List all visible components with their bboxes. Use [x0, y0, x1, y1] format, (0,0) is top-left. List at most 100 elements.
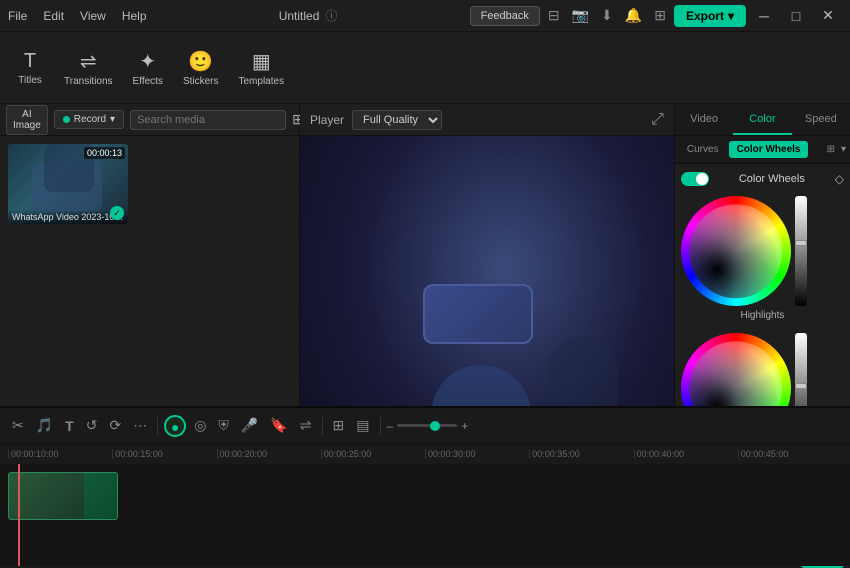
timeline-clip[interactable]	[8, 472, 118, 520]
playhead	[18, 464, 20, 566]
tl-bookmark-icon[interactable]: 🔖	[266, 415, 291, 436]
tl-snapshot-icon[interactable]: ◎	[190, 415, 210, 436]
titles-label: Titles	[18, 75, 42, 86]
ruler-mark-0: 00:00:10:00	[8, 449, 112, 459]
toolbar-titles[interactable]: T Titles	[8, 44, 52, 92]
effects-icon: ✦	[139, 49, 156, 74]
media-thumbnail[interactable]: 00:00:13 WhatsApp Video 2023-10-05... ✓	[8, 144, 128, 224]
app-title-area: Untitled ⓘ	[279, 7, 338, 24]
record-dot-icon	[63, 116, 70, 123]
tl-shield-icon[interactable]: ⛨	[214, 415, 233, 436]
ruler-marks: 00:00:10:00 00:00:15:00 00:00:20:00 00:0…	[8, 449, 842, 459]
color-sub-tabs: Curves Color Wheels ⊞ ▾	[675, 136, 850, 164]
zoom-minus-icon[interactable]: –	[387, 419, 394, 433]
tab-curves[interactable]: Curves	[679, 141, 727, 158]
tl-divider-1	[157, 417, 158, 435]
tl-grid-icon[interactable]: ⊞	[329, 415, 349, 436]
highlights-slider[interactable]	[795, 196, 807, 306]
tab-speed[interactable]: Speed	[792, 104, 850, 135]
transitions-label: Transitions	[64, 76, 113, 87]
right-tabs: Video Color Speed	[675, 104, 850, 136]
tl-rotate-icon[interactable]: ↺	[82, 415, 102, 436]
midtones-slider-thumb	[795, 383, 807, 389]
timeline-ruler: 00:00:10:00 00:00:15:00 00:00:20:00 00:0…	[0, 444, 850, 464]
tl-speed-icon[interactable]: ⟳	[105, 415, 125, 436]
media-bar: AI Image Record ▾ ⊞ ⋯	[0, 104, 299, 136]
color-wheels-header: Color Wheels ◇	[681, 170, 844, 188]
search-media-input[interactable]	[130, 110, 286, 130]
export-chevron-icon: ▾	[728, 9, 734, 23]
close-button[interactable]: ✕	[814, 5, 842, 27]
ruler-mark-3: 00:00:25:00	[321, 449, 425, 459]
templates-label: Templates	[239, 76, 285, 87]
timeline-section: ✂ 🎵 T ↺ ⟳ ⋯ ● ◎ ⛨ 🎤 🔖 ⇌ ⊞ ▤ – + 00:00:10…	[0, 406, 850, 566]
color-wheels-wand-icon[interactable]: ◇	[835, 172, 844, 186]
tab-color[interactable]: Color	[733, 104, 791, 135]
tl-audio-icon[interactable]: 🎵	[32, 415, 57, 436]
maximize-button[interactable]: □	[782, 5, 810, 27]
window-controls: Feedback ⊟ 📷 ⬇ 🔔 ⊞ Export ▾ ─ □ ✕	[470, 5, 842, 27]
ai-image-button[interactable]: AI Image	[6, 105, 48, 135]
transitions-icon: ⇌	[80, 49, 97, 74]
stickers-icon: 🙂	[188, 49, 213, 74]
ruler-mark-5: 00:00:35:00	[529, 449, 633, 459]
zoom-slider[interactable]	[397, 424, 457, 427]
app-title: Untitled	[279, 9, 320, 23]
toolbar-icon-1[interactable]: ⊟	[548, 7, 560, 24]
player-expand-icon[interactable]: ⤢	[651, 111, 664, 129]
tl-text-icon[interactable]: T	[61, 416, 78, 436]
toolbar-icon-5[interactable]: ⊞	[654, 7, 666, 24]
record-chevron-icon: ▾	[110, 114, 115, 125]
tl-cut-icon[interactable]: ✂	[8, 415, 28, 436]
titles-icon: T	[24, 50, 36, 73]
menu-help[interactable]: Help	[122, 9, 147, 23]
tl-connect-icon[interactable]: ⇌	[296, 415, 316, 436]
player-bar: Player Full Quality ⤢	[300, 104, 674, 136]
ruler-mark-6: 00:00:40:00	[634, 449, 738, 459]
tl-divider-2	[322, 417, 323, 435]
minimize-button[interactable]: ─	[750, 5, 778, 27]
highlights-slider-thumb	[795, 240, 807, 246]
toolbar-icon-2[interactable]: 📷	[572, 7, 589, 24]
toolbar-templates[interactable]: ▦ Templates	[231, 43, 293, 93]
layout-icon[interactable]: ⊞	[827, 144, 835, 155]
ruler-mark-2: 00:00:20:00	[217, 449, 321, 459]
timeline-tracks	[0, 464, 850, 566]
expand-icon[interactable]: ▾	[841, 144, 846, 155]
feedback-button[interactable]: Feedback	[470, 6, 540, 26]
menu-edit[interactable]: Edit	[43, 9, 64, 23]
thumb-check-icon: ✓	[110, 206, 124, 220]
export-button[interactable]: Export ▾	[674, 5, 746, 27]
toolbar-transitions[interactable]: ⇌ Transitions	[56, 43, 121, 93]
tl-record-icon[interactable]: ●	[164, 415, 186, 437]
zoom-plus-icon[interactable]: +	[461, 419, 468, 433]
tl-more-icon[interactable]: ⋯	[129, 415, 151, 436]
export-label: Export	[686, 9, 724, 23]
info-icon: ⓘ	[325, 7, 337, 24]
highlights-wheel-wrap	[681, 196, 844, 306]
toolbar-icon-3[interactable]: ⬇	[601, 7, 613, 24]
tab-color-wheels[interactable]: Color Wheels	[729, 141, 809, 158]
color-wheels-toggle[interactable]	[681, 172, 709, 186]
toolbar-effects[interactable]: ✦ Effects	[125, 43, 171, 93]
quality-select[interactable]: Full Quality	[352, 110, 442, 130]
toolbar-icon-4[interactable]: 🔔	[625, 7, 642, 24]
ruler-mark-7: 00:00:45:00	[738, 449, 842, 459]
ruler-mark-1: 00:00:15:00	[112, 449, 216, 459]
menu-view[interactable]: View	[80, 9, 106, 23]
toolbar: T Titles ⇌ Transitions ✦ Effects 🙂 Stick…	[0, 32, 850, 104]
tab-video[interactable]: Video	[675, 104, 733, 135]
tl-divider-3	[380, 417, 381, 435]
timeline-toolbar: ✂ 🎵 T ↺ ⟳ ⋯ ● ◎ ⛨ 🎤 🔖 ⇌ ⊞ ▤ – +	[0, 408, 850, 444]
highlights-color-wheel[interactable]	[681, 196, 791, 306]
titlebar: File Edit View Help Untitled ⓘ Feedback …	[0, 0, 850, 32]
record-button[interactable]: Record ▾	[54, 110, 124, 129]
color-wheels-title: Color Wheels	[739, 173, 805, 185]
zoom-control: – +	[387, 419, 469, 433]
ruler-mark-4: 00:00:30:00	[425, 449, 529, 459]
tl-layout-icon[interactable]: ▤	[352, 415, 373, 436]
menu-file[interactable]: File	[8, 9, 27, 23]
tl-mic-icon[interactable]: 🎤	[237, 415, 262, 436]
toolbar-stickers[interactable]: 🙂 Stickers	[175, 43, 227, 93]
thumb-duration: 00:00:13	[84, 147, 125, 159]
